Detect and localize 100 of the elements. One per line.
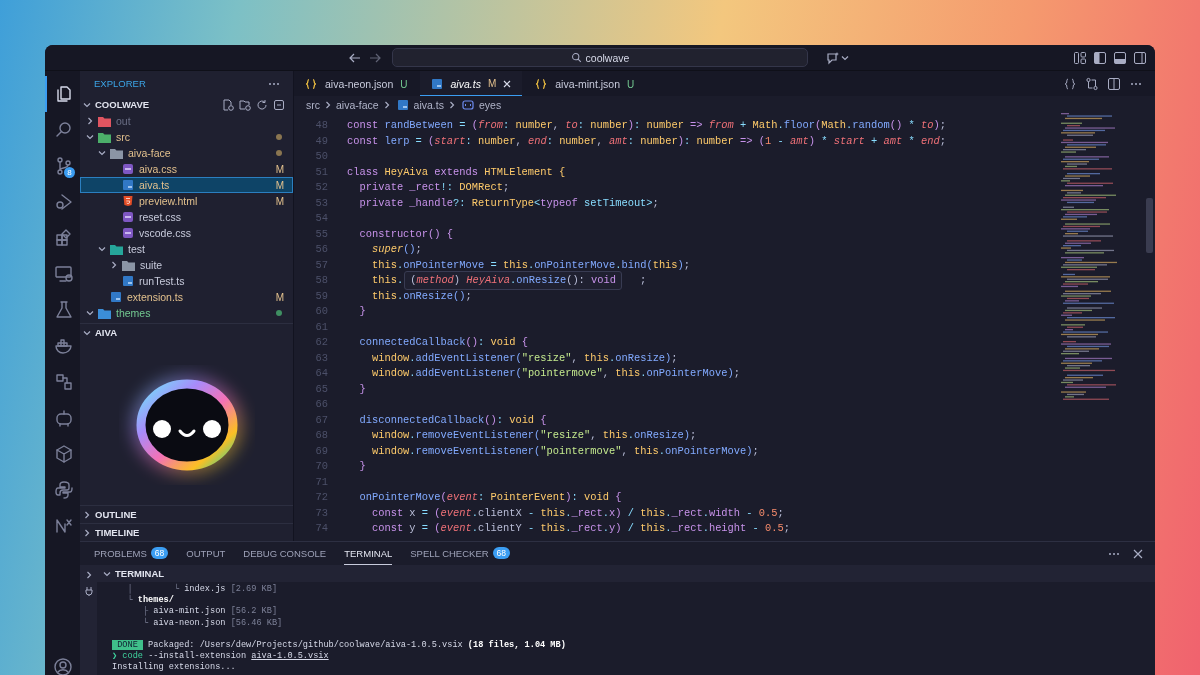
section-header[interactable]: OUTLINE	[80, 505, 293, 523]
code-line: super();	[370, 242, 422, 257]
typescript-file-icon	[122, 179, 134, 191]
code-line: disconnectedCallback(): void {	[358, 412, 547, 428]
editor-tab[interactable]: aiva-neon.json U	[294, 71, 418, 96]
panel-tab[interactable]: PROBLEMS 68	[94, 542, 169, 565]
code-line: }	[358, 381, 366, 397]
scrollbar-thumb[interactable]	[1146, 198, 1153, 253]
compare-icon[interactable]	[1085, 76, 1099, 91]
terminal-line: ❯ code --install-extension aiva-1.0.5.vsix	[112, 651, 329, 662]
file-item[interactable]: aiva.css M	[80, 161, 293, 177]
folder-item[interactable]: src	[80, 129, 293, 145]
flask-icon[interactable]	[53, 300, 74, 320]
new-folder-icon[interactable]	[239, 98, 251, 111]
line-number: 48	[314, 118, 328, 133]
breadcrumb-item[interactable]: eyes	[478, 98, 502, 111]
line-number: 70	[314, 459, 328, 474]
panel-tab[interactable]: SPELL CHECKER 68	[410, 542, 511, 565]
file-item[interactable]: runTest.ts	[80, 273, 293, 289]
chevron-icon[interactable]	[82, 527, 92, 538]
terminal-line: └ aiva-neon.json [56.46 KB]	[141, 617, 283, 628]
line-number: 66	[314, 397, 328, 412]
code-line: const lerp = (start: number, end: number, amt: number): number => (1 - amt) * start + amt * end;	[347, 133, 946, 149]
chevron-icon[interactable]	[82, 509, 92, 520]
line-number: 69	[314, 443, 328, 459]
editor-tab[interactable]: aiva-mint.json U	[524, 71, 645, 96]
panel-tab[interactable]: OUTPUT	[186, 542, 226, 565]
file-item[interactable]: extension.ts M	[80, 289, 293, 305]
notification-badge: 8	[64, 167, 75, 178]
file-item[interactable]: vscode.css	[80, 225, 293, 241]
line-number: 61	[314, 319, 328, 335]
layout-icon[interactable]	[1073, 50, 1087, 65]
collapse-icon[interactable]	[273, 98, 285, 111]
symbol-icon	[461, 98, 474, 111]
line-number: 64	[314, 366, 328, 381]
line-number: 67	[314, 412, 328, 428]
code-line: window.removeEventListener("resize", this.onResize);	[370, 428, 697, 443]
panel-toggle-icon[interactable]	[1113, 50, 1127, 65]
line-number: 65	[314, 381, 328, 397]
folder-item[interactable]: suite	[80, 257, 293, 273]
new-file-icon[interactable]	[222, 98, 234, 111]
folder-item[interactable]: themes	[80, 305, 293, 321]
code-line: }	[358, 459, 366, 474]
folder-item[interactable]: test	[80, 241, 293, 257]
breadcrumb-item[interactable]: aiva-face	[336, 98, 379, 111]
whale-icon[interactable]	[53, 336, 74, 356]
workspace-header[interactable]: COOLWAVE	[80, 96, 293, 113]
css-file-icon	[122, 227, 134, 239]
git-status-label: M	[275, 163, 284, 175]
terminal-line: ├ aiva-mint.json [56.2 KB]	[141, 606, 278, 617]
breadcrumb-item[interactable]: src	[306, 98, 320, 111]
git-status-label: M	[275, 179, 284, 191]
line-number: 58	[314, 273, 328, 288]
editor-tab[interactable]: aiva.ts M	[419, 71, 523, 96]
line-number: 49	[314, 133, 328, 149]
line-number: 56	[314, 242, 328, 257]
monitor-icon[interactable]	[53, 264, 74, 284]
python-icon[interactable]	[53, 480, 74, 500]
code-line: private _rect!: DOMRect;	[358, 180, 510, 195]
code-line: this.onPointerMove = this.onPointerMove.bind(this);	[370, 257, 691, 273]
file-item[interactable]: aiva.ts M	[80, 177, 293, 193]
section-header[interactable]: AIVA	[80, 323, 293, 341]
line-number: 60	[314, 304, 328, 319]
git-status-label: M	[275, 195, 284, 207]
chevron-icon	[323, 99, 333, 110]
split-layout-icon[interactable]	[1133, 50, 1147, 65]
file-item[interactable]: reset.css	[80, 209, 293, 225]
line-number: 52	[314, 180, 328, 195]
breadcrumb-item[interactable]: aiva.ts	[413, 98, 444, 111]
split-editor-icon[interactable]	[1107, 76, 1121, 91]
refresh-icon[interactable]	[256, 98, 268, 111]
panel-tab[interactable]: DEBUG CONSOLE	[243, 542, 327, 565]
braces-icon[interactable]	[1063, 76, 1077, 91]
debug-icon[interactable]	[53, 192, 74, 212]
close-icon[interactable]	[502, 78, 513, 89]
line-number: 63	[314, 350, 328, 366]
line-number: 68	[314, 428, 328, 443]
blocks-icon[interactable]	[53, 372, 74, 392]
terminal-line: └ themes/	[126, 595, 174, 606]
braces-icon	[305, 78, 317, 90]
line-number: 72	[314, 490, 328, 505]
account-icon[interactable]	[52, 657, 73, 675]
html-file-icon	[122, 195, 134, 207]
chat-icon[interactable]	[826, 50, 840, 65]
command-center-search[interactable]: coolwave	[392, 48, 808, 67]
chevron-icon[interactable]	[85, 308, 95, 318]
plug-icon[interactable]	[83, 586, 94, 596]
terminal-header[interactable]: TERMINAL	[97, 565, 1155, 582]
terminal-line: DONE Packaged: /Users/dew/Projects/github/coolwave/aiva-1.0.5.vsix (18 files, 1.04 MB)	[112, 639, 566, 650]
line-number: 54	[314, 211, 328, 226]
folder-item[interactable]: aiva-face	[80, 145, 293, 161]
bot-icon[interactable]	[53, 408, 74, 428]
terminal-line: │ └ index.js [2.69 KB]	[126, 584, 278, 594]
file-item[interactable]: preview.html M	[80, 193, 293, 209]
package-icon[interactable]	[53, 444, 74, 464]
code-line: window.removeEventListener("pointermove", this.onPointerMove);	[370, 443, 759, 459]
typescript-file-icon	[122, 275, 134, 287]
logo-icon[interactable]	[53, 516, 74, 536]
sidebar-toggle-icon[interactable]	[1093, 50, 1107, 65]
code-line: connectedCallback(): void {	[358, 335, 528, 350]
